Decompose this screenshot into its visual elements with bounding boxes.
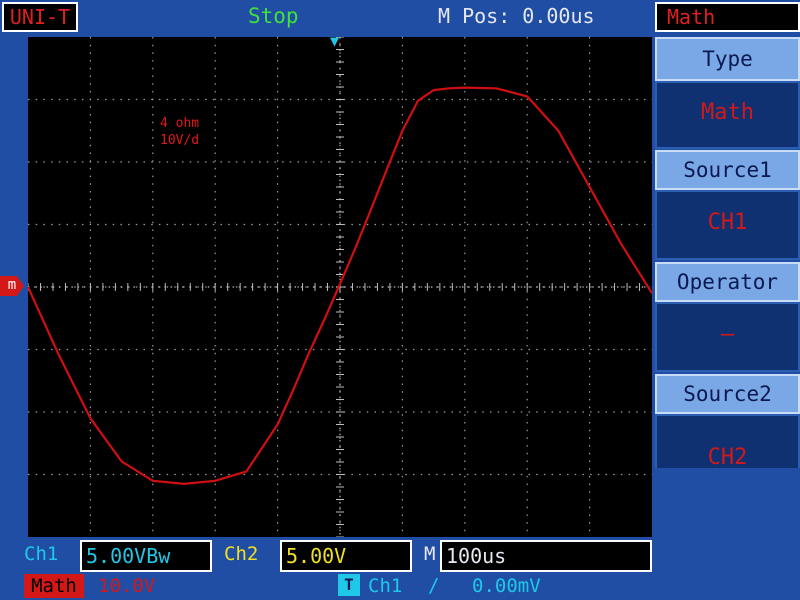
run-status: Stop [248, 4, 299, 28]
brand-logo: UNI-T [2, 2, 78, 32]
trigger-source[interactable]: Ch1 [368, 575, 402, 597]
menu-item-operator[interactable]: Operator — [655, 262, 800, 372]
menu-item-value: Math [655, 81, 800, 149]
menu-item-label: Type [655, 37, 800, 81]
ch1-scale[interactable]: 5.00VBw [80, 540, 212, 572]
timebase-scale[interactable]: 100us [440, 540, 652, 572]
menu-item-label: Source2 [655, 374, 800, 414]
math-scale[interactable]: 10.0V [98, 575, 155, 597]
menu-item-label: Source1 [655, 150, 800, 190]
trigger-icon: T [338, 574, 360, 596]
horizontal-position-readout: M Pos: 0.00us [438, 4, 595, 28]
menu-title: Math [655, 2, 800, 32]
annotation-scale: 10V/d [160, 133, 200, 148]
waveform-plot [28, 37, 652, 537]
menu-blank-area [655, 468, 800, 538]
menu-item-value: CH1 [655, 190, 800, 260]
menu-item-label: Operator [655, 262, 800, 302]
trigger-level[interactable]: 0.00mV [472, 575, 541, 597]
annotation-load: 4 ohm [160, 116, 200, 131]
math-label: Math [24, 574, 84, 598]
menu-item-source1[interactable]: Source1 CH1 [655, 150, 800, 260]
menu-item-value: — [655, 302, 800, 372]
ch2-scale[interactable]: 5.00V [280, 540, 412, 572]
trigger-position-marker-icon[interactable]: ▼ [330, 34, 339, 49]
waveform-display: 4 ohm 10V/d [28, 37, 652, 537]
ch2-label: Ch2 [224, 543, 259, 565]
ch1-label: Ch1 [24, 543, 59, 565]
timebase-label: M [424, 543, 436, 565]
menu-item-type[interactable]: Type Math [655, 37, 800, 149]
trigger-edge-icon: ∕ [428, 575, 440, 597]
math-channel-marker-icon[interactable]: m [0, 276, 24, 296]
math-annotation: 4 ohm 10V/d [160, 115, 199, 149]
